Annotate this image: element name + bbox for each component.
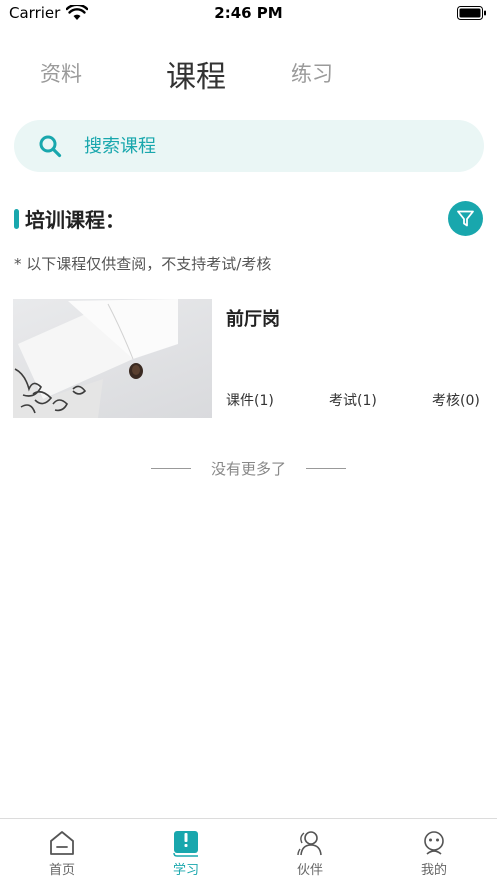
course-stat-exam: 考试(1) [329,393,377,409]
nav-partners-label: 伙伴 [296,863,323,878]
course-card[interactable]: 前厅岗 课件(1) 考试(1) 考核(0) [13,299,483,419]
nav-study-label: 学习 [172,863,199,878]
profile-icon [424,831,444,855]
status-time: 2:46 PM [214,4,283,22]
nav-home[interactable]: 首页 [0,819,124,883]
course-thumbnail [13,299,212,418]
section-note: * 以下课程仅供查阅，不支持考试/考核 [14,255,272,273]
course-stat-assessment: 考核(0) [432,393,480,409]
nav-home-label: 首页 [48,863,75,878]
battery-icon [457,6,486,20]
tab-courses[interactable]: 课程 [166,52,226,96]
course-title: 前厅岗 [226,309,280,330]
nav-partners[interactable]: 伙伴 [248,819,372,883]
divider-right [306,468,346,469]
nav-profile[interactable]: 我的 [372,819,496,883]
tab-practice[interactable]: 练习 [291,58,333,88]
partners-icon [297,831,322,856]
list-end-indicator: 没有更多了 [0,458,497,480]
nav-profile-label: 我的 [420,863,447,878]
tab-bar: 资料 课程 练习 [0,50,497,98]
section-accent-bar [14,209,19,229]
search-icon [39,135,62,158]
tab-materials[interactable]: 资料 [40,58,82,88]
nav-study[interactable]: 学习 [124,819,248,883]
status-bar: Carrier 2:46 PM [0,0,497,28]
book-icon [173,831,198,857]
section-title: 培训课程： [25,208,125,232]
course-stat-courseware: 课件(1) [226,393,274,409]
search-input[interactable] [84,132,464,160]
home-icon [50,831,74,855]
list-end-text: 没有更多了 [210,460,286,478]
filter-icon [457,210,474,227]
filter-button[interactable] [448,201,483,236]
bottom-nav: 首页 学习 伙伴 我的 [0,818,497,883]
search-bar[interactable] [14,120,484,172]
